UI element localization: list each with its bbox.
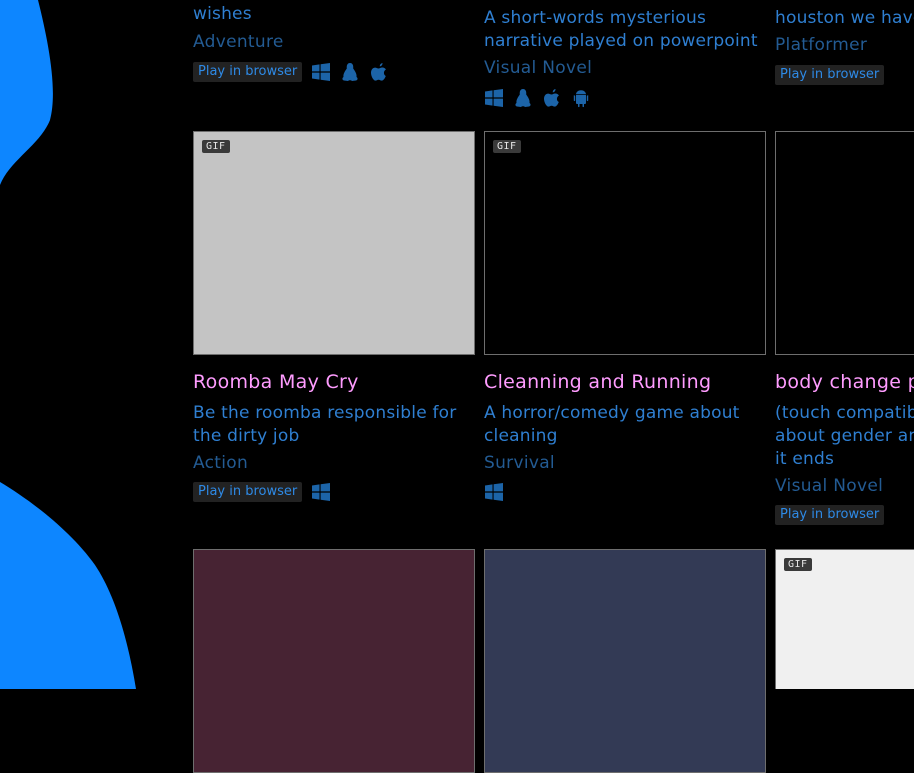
gif-badge: GIF [493,140,521,153]
platform-list: Play in browser [775,505,885,525]
apple-icon [544,89,559,107]
game-genre: Visual Novel [484,58,593,78]
platform-list: Play in browser [775,65,885,85]
play-in-browser-button[interactable]: Play in browser [775,65,885,85]
gif-badge: GIF [784,558,812,571]
game-thumbnail[interactable] [775,131,914,355]
game-card-body-change[interactable]: body change p (touch compatib about gend… [775,131,914,531]
platform-list: Play in browser [193,62,389,82]
game-description: A horror/comedy game about cleaning [484,403,740,446]
game-thumbnail[interactable] [484,549,766,773]
blob-shape [0,0,53,185]
platform-list [484,88,591,108]
play-in-browser-button[interactable]: Play in browser [193,482,303,502]
linux-icon [342,63,358,81]
game-description: wishes [193,4,252,24]
game-thumbnail[interactable]: GIF [193,131,475,355]
game-title[interactable]: body change p [775,371,914,393]
game-title[interactable]: Roomba May Cry [193,371,359,393]
game-thumbnail[interactable] [193,549,475,773]
game-genre: Survival [484,453,555,473]
windows-icon [485,483,503,501]
game-description: Be the roomba responsible for the dirty … [193,403,457,446]
game-thumbnail[interactable]: GIF [484,131,766,355]
game-title[interactable]: Cleanning and Running [484,371,711,393]
apple-icon [371,63,387,81]
windows-icon [312,63,331,81]
platform-list: Play in browser [193,482,331,502]
windows-icon [485,89,503,107]
play-in-browser-button[interactable]: Play in browser [775,505,885,525]
platform-list [484,482,504,502]
windows-icon [312,483,331,501]
gif-badge: GIF [202,140,230,153]
game-genre: Adventure [193,32,284,52]
game-card-bottom-3[interactable]: GIF [775,549,914,689]
linux-icon [515,89,531,107]
blob-shape-lower [0,482,136,689]
game-description: A short-words mysterious narrative playe… [484,8,758,51]
game-thumbnail[interactable]: GIF [775,549,914,689]
game-genre: Action [193,453,249,473]
game-description: (touch compatib about gender an it ends [775,403,914,469]
game-genre: Platformer [775,35,868,55]
game-genre: Visual Novel [775,476,884,496]
play-in-browser-button[interactable]: Play in browser [193,62,303,82]
game-description: houston we have [775,8,914,28]
android-icon [573,89,589,108]
